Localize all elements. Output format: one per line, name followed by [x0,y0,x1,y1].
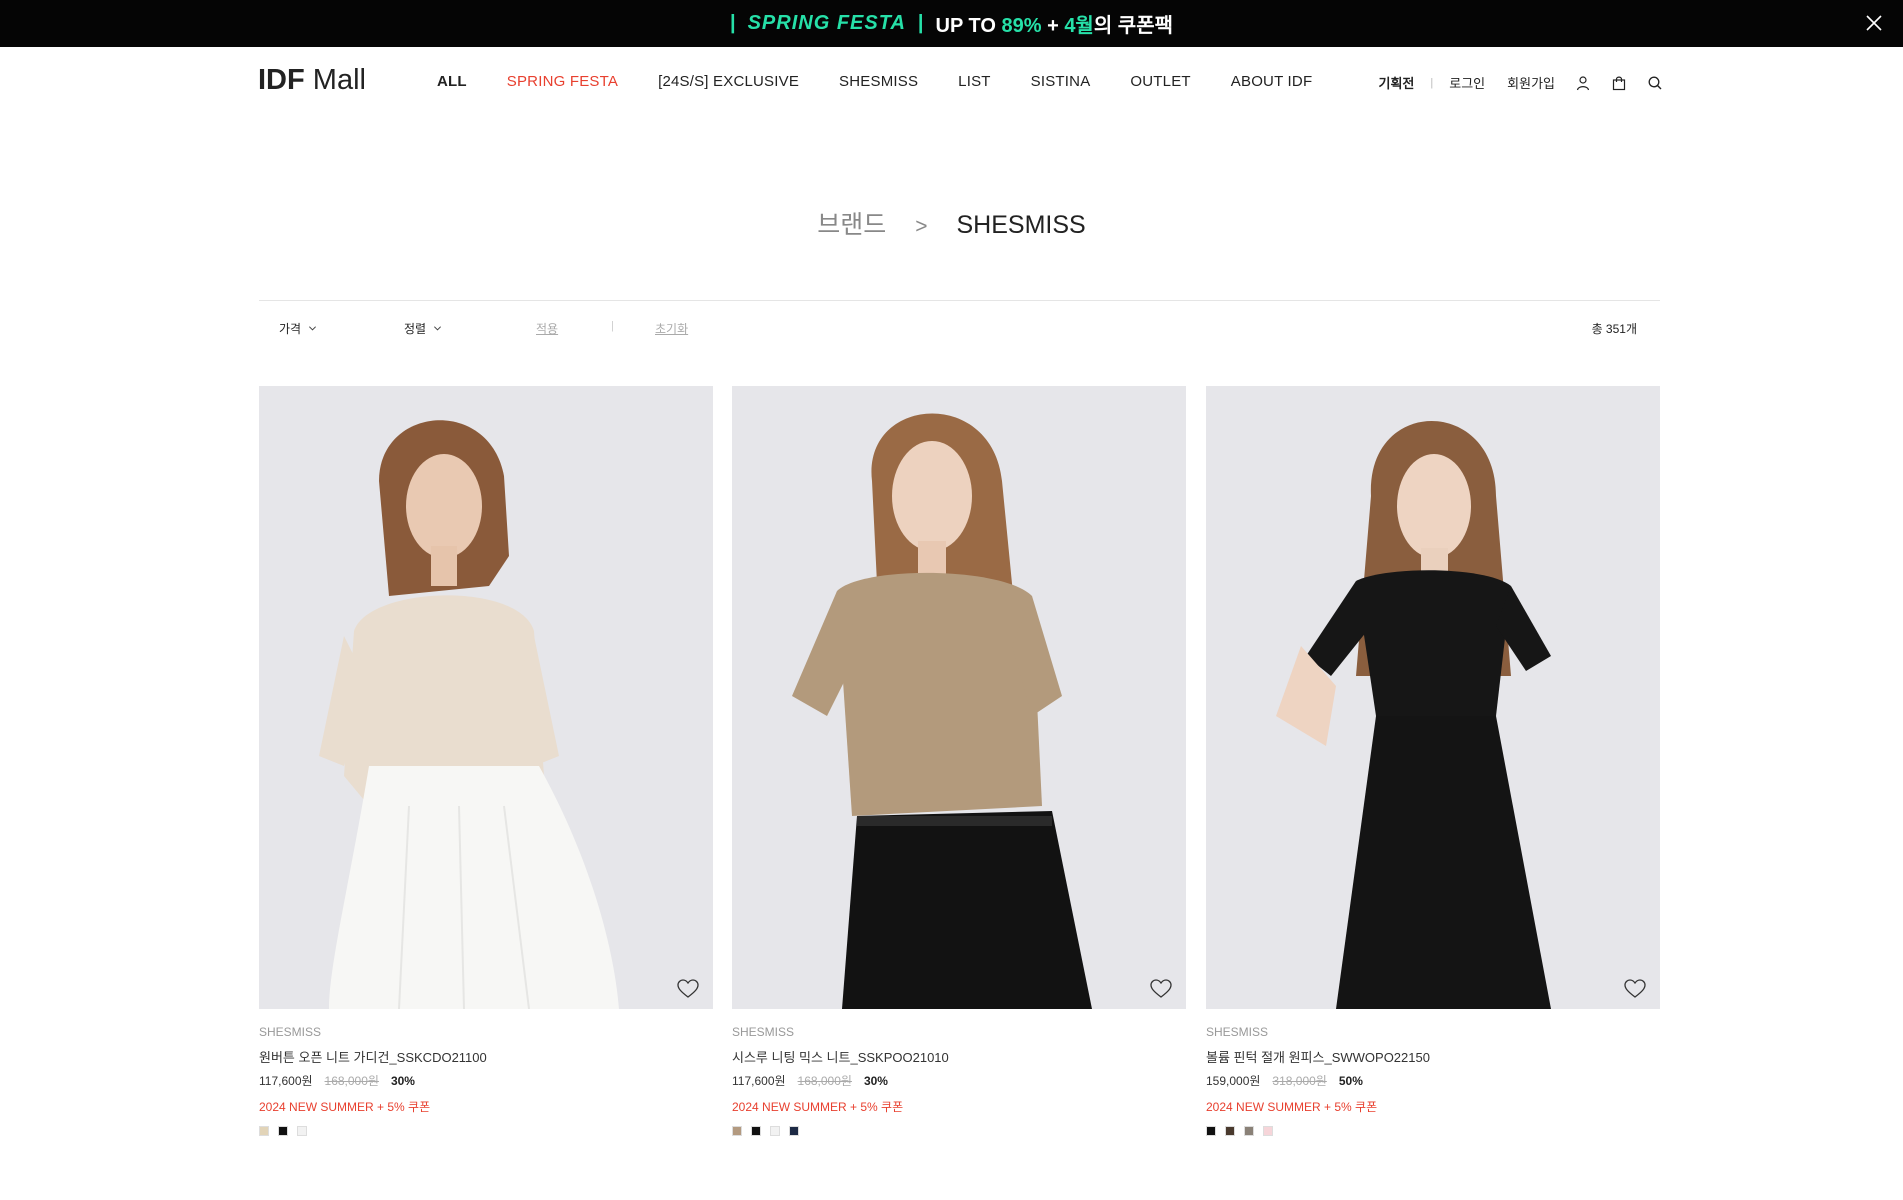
discount-rate: 30% [863,1074,888,1088]
site-header: IDF Mall ALL SPRING FESTA [24S/S] EXCLUS… [0,47,1903,115]
price-filter-label: 가격 [279,322,302,336]
color-swatch[interactable] [1263,1126,1273,1136]
reset-filter-button[interactable]: 초기화 [655,320,688,337]
heart-icon[interactable] [677,979,699,999]
color-swatch[interactable] [297,1126,307,1136]
color-swatch[interactable] [770,1126,780,1136]
coupon-label: 2024 NEW SUMMER + 5% 쿠폰 [732,1100,904,1114]
color-swatches [1206,1126,1660,1136]
product-price-row: 117,600원 168,000원 30% [732,1072,1186,1089]
color-swatch[interactable] [751,1126,761,1136]
product-brand: SHESMISS [259,1025,322,1039]
product-image[interactable] [259,386,713,1009]
product-card[interactable]: SHESMISS 시스루 니팅 믹스 니트_SSKPOO21010 117,60… [732,386,1186,1136]
nav-sistina[interactable]: SISTINA [1031,73,1091,90]
banner-divider-right: | [917,12,924,34]
signup-link[interactable]: 회원가입 [1507,73,1555,92]
close-icon[interactable] [1863,12,1885,34]
original-price: 318,000원 [1272,1074,1327,1088]
color-swatch[interactable] [259,1126,269,1136]
search-icon[interactable] [1647,75,1663,91]
promo-banner[interactable]: | SPRING FESTA | UP TO 89% + 4월의 쿠폰팩 [0,0,1903,47]
product-photo-knit [732,386,1186,1009]
discount-rate: 30% [390,1074,415,1088]
user-icon[interactable] [1575,75,1591,91]
chevron-down-icon [434,326,442,331]
nav-outlet[interactable]: OUTLET [1130,73,1190,90]
nav-about-idf[interactable]: ABOUT IDF [1231,73,1313,90]
product-name[interactable]: 원버튼 오픈 니트 가디건_SSKCDO21100 [259,1047,713,1066]
coupon-label: 2024 NEW SUMMER + 5% 쿠폰 [1206,1100,1378,1114]
color-swatch[interactable] [1244,1126,1254,1136]
main-nav: ALL SPRING FESTA [24S/S] EXCLUSIVE SHESM… [437,73,1352,90]
shopping-bag-icon[interactable] [1611,75,1627,91]
nav-spring-festa[interactable]: SPRING FESTA [507,73,618,90]
original-price: 168,000원 [324,1074,379,1088]
sale-price: 117,600원 [259,1074,313,1088]
planned-exhibition-link[interactable]: 기획전 [1379,73,1415,92]
logo-idf: IDF [258,64,305,96]
banner-up-to: UP TO [935,15,996,37]
nav-exclusive[interactable]: [24S/S] EXCLUSIVE [658,73,799,90]
breadcrumb-brand[interactable]: 브랜드 [817,211,886,239]
sort-dropdown[interactable]: 정렬 [404,320,442,337]
nav-shesmiss[interactable]: SHESMISS [839,73,918,90]
promo-banner-text[interactable]: | SPRING FESTA | UP TO 89% + 4월의 쿠폰팩 [730,9,1173,38]
coupon-label: 2024 NEW SUMMER + 5% 쿠폰 [259,1100,431,1114]
site-logo[interactable]: IDF Mall [258,64,366,97]
sale-price: 159,000원 [1206,1074,1261,1088]
apply-filter-button[interactable]: 적용 [536,320,558,337]
banner-percent: 89% [1001,15,1042,37]
product-photo-dress [1206,386,1660,1009]
discount-rate: 50% [1338,1074,1363,1088]
sale-price: 117,600원 [732,1074,786,1088]
product-brand: SHESMISS [732,1025,795,1039]
util-divider: | [1430,76,1434,89]
banner-festa-title: SPRING FESTA [747,12,906,34]
page-title: SHESMISS [956,211,1086,239]
breadcrumb: 브랜드 > SHESMISS [0,205,1903,241]
heart-icon[interactable] [1624,979,1646,999]
total-count: 총 351개 [1591,322,1637,336]
filter-divider: | [611,320,614,332]
color-swatch[interactable] [278,1126,288,1136]
product-card[interactable]: SHESMISS 볼륨 핀턱 절개 원피스_SWWOPO22150 159,00… [1206,386,1660,1136]
heart-icon[interactable] [1150,979,1172,999]
product-grid: SHESMISS 원버튼 오픈 니트 가디건_SSKCDO21100 117,6… [259,386,1660,1146]
color-swatches [259,1126,713,1136]
product-image[interactable] [732,386,1186,1009]
color-swatches [732,1126,1186,1136]
product-photo-cardigan [259,386,713,1009]
banner-divider-left: | [729,12,736,34]
banner-plus: + [1047,15,1059,37]
product-name[interactable]: 시스루 니팅 믹스 니트_SSKPOO21010 [732,1047,1186,1066]
banner-month: 4월 [1064,15,1094,37]
sort-label: 정렬 [404,322,427,336]
filter-bar: 가격 정렬 적용 | 초기화 총 351개 [259,300,1660,354]
product-name[interactable]: 볼륨 핀턱 절개 원피스_SWWOPO22150 [1206,1047,1660,1066]
breadcrumb-separator: > [915,215,928,238]
product-card[interactable]: SHESMISS 원버튼 오픈 니트 가디건_SSKCDO21100 117,6… [259,386,713,1136]
nav-all[interactable]: ALL [437,73,467,90]
product-price-row: 117,600원 168,000원 30% [259,1072,713,1089]
login-link[interactable]: 로그인 [1449,73,1485,92]
price-filter-dropdown[interactable]: 가격 [279,320,317,337]
color-swatch[interactable] [732,1126,742,1136]
chevron-down-icon [309,326,317,331]
product-price-row: 159,000원 318,000원 50% [1206,1072,1660,1089]
utility-menu: 기획전 | 로그인 회원가입 [1379,73,1663,92]
logo-mall: Mall [312,64,366,96]
product-brand: SHESMISS [1206,1025,1269,1039]
banner-offer: UP TO 89% + 4월의 쿠폰팩 [936,9,1174,38]
color-swatch[interactable] [789,1126,799,1136]
original-price: 168,000원 [797,1074,852,1088]
banner-suffix: 의 쿠폰팩 [1093,15,1174,37]
product-image[interactable] [1206,386,1660,1009]
color-swatch[interactable] [1206,1126,1216,1136]
color-swatch[interactable] [1225,1126,1235,1136]
nav-list[interactable]: LIST [958,73,990,90]
